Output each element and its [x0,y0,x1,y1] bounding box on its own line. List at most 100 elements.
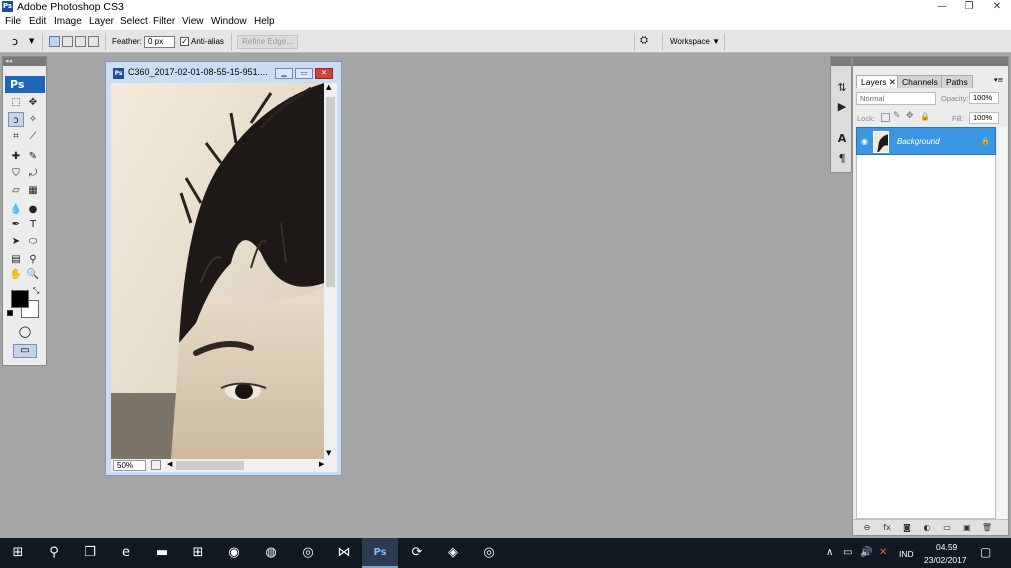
gradient-tool-icon[interactable]: ▦ [25,183,41,198]
opacity-field[interactable]: 100% [969,92,999,104]
menu-help[interactable]: Help [254,15,275,28]
refine-edge-button[interactable]: Refine Edge... [237,35,298,49]
subtract-selection-icon[interactable] [75,36,86,47]
target-app-icon[interactable]: ◎ [471,538,507,568]
media-app-icon[interactable]: ◎ [290,538,326,568]
blur-tool-icon[interactable]: 💧 [8,202,24,217]
workspace-button[interactable]: Workspace ▼ [670,37,720,46]
layer-mask-icon[interactable]: ◙ [900,522,914,534]
image-canvas[interactable] [111,83,324,459]
photoshop-badge[interactable]: Ps [5,76,45,93]
language-indicator[interactable]: IND [899,549,914,559]
restore-button[interactable]: ❐ [955,0,983,14]
layer-row-background[interactable]: ◉ Background 🔒 [856,127,996,155]
fill-field[interactable]: 100% [969,112,999,124]
network-icon[interactable]: ✕ [879,547,887,558]
magic-wand-tool-icon[interactable]: ✧ [25,112,41,127]
new-selection-icon[interactable] [49,36,60,47]
doc-close-button[interactable]: ✕ [315,68,333,79]
add-selection-icon[interactable] [62,36,73,47]
feather-input[interactable]: 0 px [144,36,175,48]
menu-filter[interactable]: Filter [153,15,175,28]
vertical-scrollbar[interactable]: ▲ ▼ [324,83,337,459]
menu-file[interactable]: File [5,15,21,28]
eraser-tool-icon[interactable]: ▱ [8,183,24,198]
blend-mode-select[interactable]: Normal [856,92,936,105]
minimize-button[interactable]: — [928,0,956,14]
lock-pixels-icon[interactable]: ✎ [893,111,901,121]
clock-date[interactable]: 23/02/2017 [924,555,967,565]
quick-mask-icon[interactable]: ◯ [16,325,34,338]
menu-layer[interactable]: Layer [89,15,114,28]
new-layer-icon[interactable]: ▣ [960,522,974,534]
antialias-checkbox[interactable]: ✓ [180,37,189,46]
path-selection-tool-icon[interactable]: ➤ [8,234,24,249]
menu-view[interactable]: View [182,15,204,28]
tab-paths[interactable]: Paths [941,75,973,88]
search-icon[interactable]: ⚲ [36,538,72,568]
battery-icon[interactable]: ▭ [843,547,852,558]
scroll-left-icon[interactable]: ◀ [167,460,172,468]
adjustment-layer-icon[interactable]: ◐ [920,522,934,534]
lock-position-icon[interactable]: ✥ [906,111,914,121]
panel-menu-icon[interactable]: ▾≡ [994,76,1003,84]
store-icon[interactable]: ⊞ [180,538,216,568]
firefox-icon[interactable]: ◍ [253,538,289,568]
clock-time[interactable]: 04.59 [936,542,957,552]
lock-transparency-icon[interactable] [881,113,890,122]
notes-tool-icon[interactable]: ▤ [8,252,24,267]
close-button[interactable]: ✕ [983,0,1011,14]
file-explorer-icon[interactable]: ▬ [144,538,180,568]
healing-brush-tool-icon[interactable]: ✚ [8,149,24,164]
bridge-icon[interactable]: ⛭ [640,35,656,48]
edge-icon[interactable]: e [108,538,144,568]
dodge-tool-icon[interactable]: ● [25,202,41,217]
lasso-tool-icon[interactable]: ↄ [8,112,24,127]
volume-icon[interactable]: 🔊 [860,547,872,558]
tab-channels[interactable]: Channels [897,75,943,88]
horizontal-scroll-thumb[interactable] [176,461,244,470]
menu-select[interactable]: Select [120,15,148,28]
actions-panel-icon[interactable]: ▶ [834,99,850,115]
photoshop-taskbar-icon[interactable]: Ps [362,538,398,568]
layers-scrollbar[interactable] [997,127,1007,519]
chrome-icon[interactable]: ◉ [216,538,252,568]
intersect-selection-icon[interactable] [88,36,99,47]
slice-tool-icon[interactable]: ⟋ [25,129,41,144]
zoom-tool-icon[interactable]: 🔍 [25,267,41,282]
paragraph-panel-icon[interactable]: ¶ [834,151,850,167]
eyedropper-tool-icon[interactable]: ⚲ [25,252,41,267]
type-tool-icon[interactable]: T [25,217,41,232]
default-colors-icon[interactable] [7,310,13,316]
task-view-icon[interactable]: ❐ [72,538,108,568]
scroll-right-icon[interactable]: ▶ [319,460,324,468]
doc-maximize-button[interactable]: ▭ [295,68,313,79]
history-brush-tool-icon[interactable]: ⤾ [25,166,41,181]
layer-style-icon[interactable]: fx [880,522,894,534]
brush-tool-icon[interactable]: ✎ [25,149,41,164]
swap-colors-icon[interactable]: ⤡ [33,286,39,296]
hand-tool-icon[interactable]: ✋ [8,267,24,282]
menu-window[interactable]: Window [211,15,247,28]
character-panel-icon[interactable]: A [834,131,850,147]
history-panel-icon[interactable]: ⇅ [834,80,850,96]
doc-info-icon[interactable] [151,460,161,470]
menu-edit[interactable]: Edit [29,15,46,28]
crop-tool-icon[interactable]: ⌗ [8,129,24,144]
start-button[interactable]: ⊞ [0,538,36,568]
toolbox-collapse-icon[interactable]: ◂◂ [3,57,46,66]
eye-icon[interactable]: ◉ [859,136,870,147]
scroll-up-icon[interactable]: ▲ [326,83,331,91]
doc-minimize-button[interactable]: ▁ [275,68,293,79]
shape-tool-icon[interactable]: ⬭ [25,234,41,249]
lasso-preset-icon[interactable]: ↄ [12,35,26,49]
tab-layers[interactable]: Layers ✕ [856,75,901,88]
screen-mode-icon[interactable]: ▭ [13,344,37,358]
app-icon[interactable]: ◈ [435,538,471,568]
marquee-tool-icon[interactable]: ⬚ [8,95,24,110]
notification-icon[interactable]: ▢ [980,545,991,559]
pen-tool-icon[interactable]: ✒ [8,217,24,232]
lock-all-icon[interactable]: 🔒 [920,112,930,121]
new-group-icon[interactable]: ▭ [940,522,954,534]
move-tool-icon[interactable]: ✥ [25,95,41,110]
